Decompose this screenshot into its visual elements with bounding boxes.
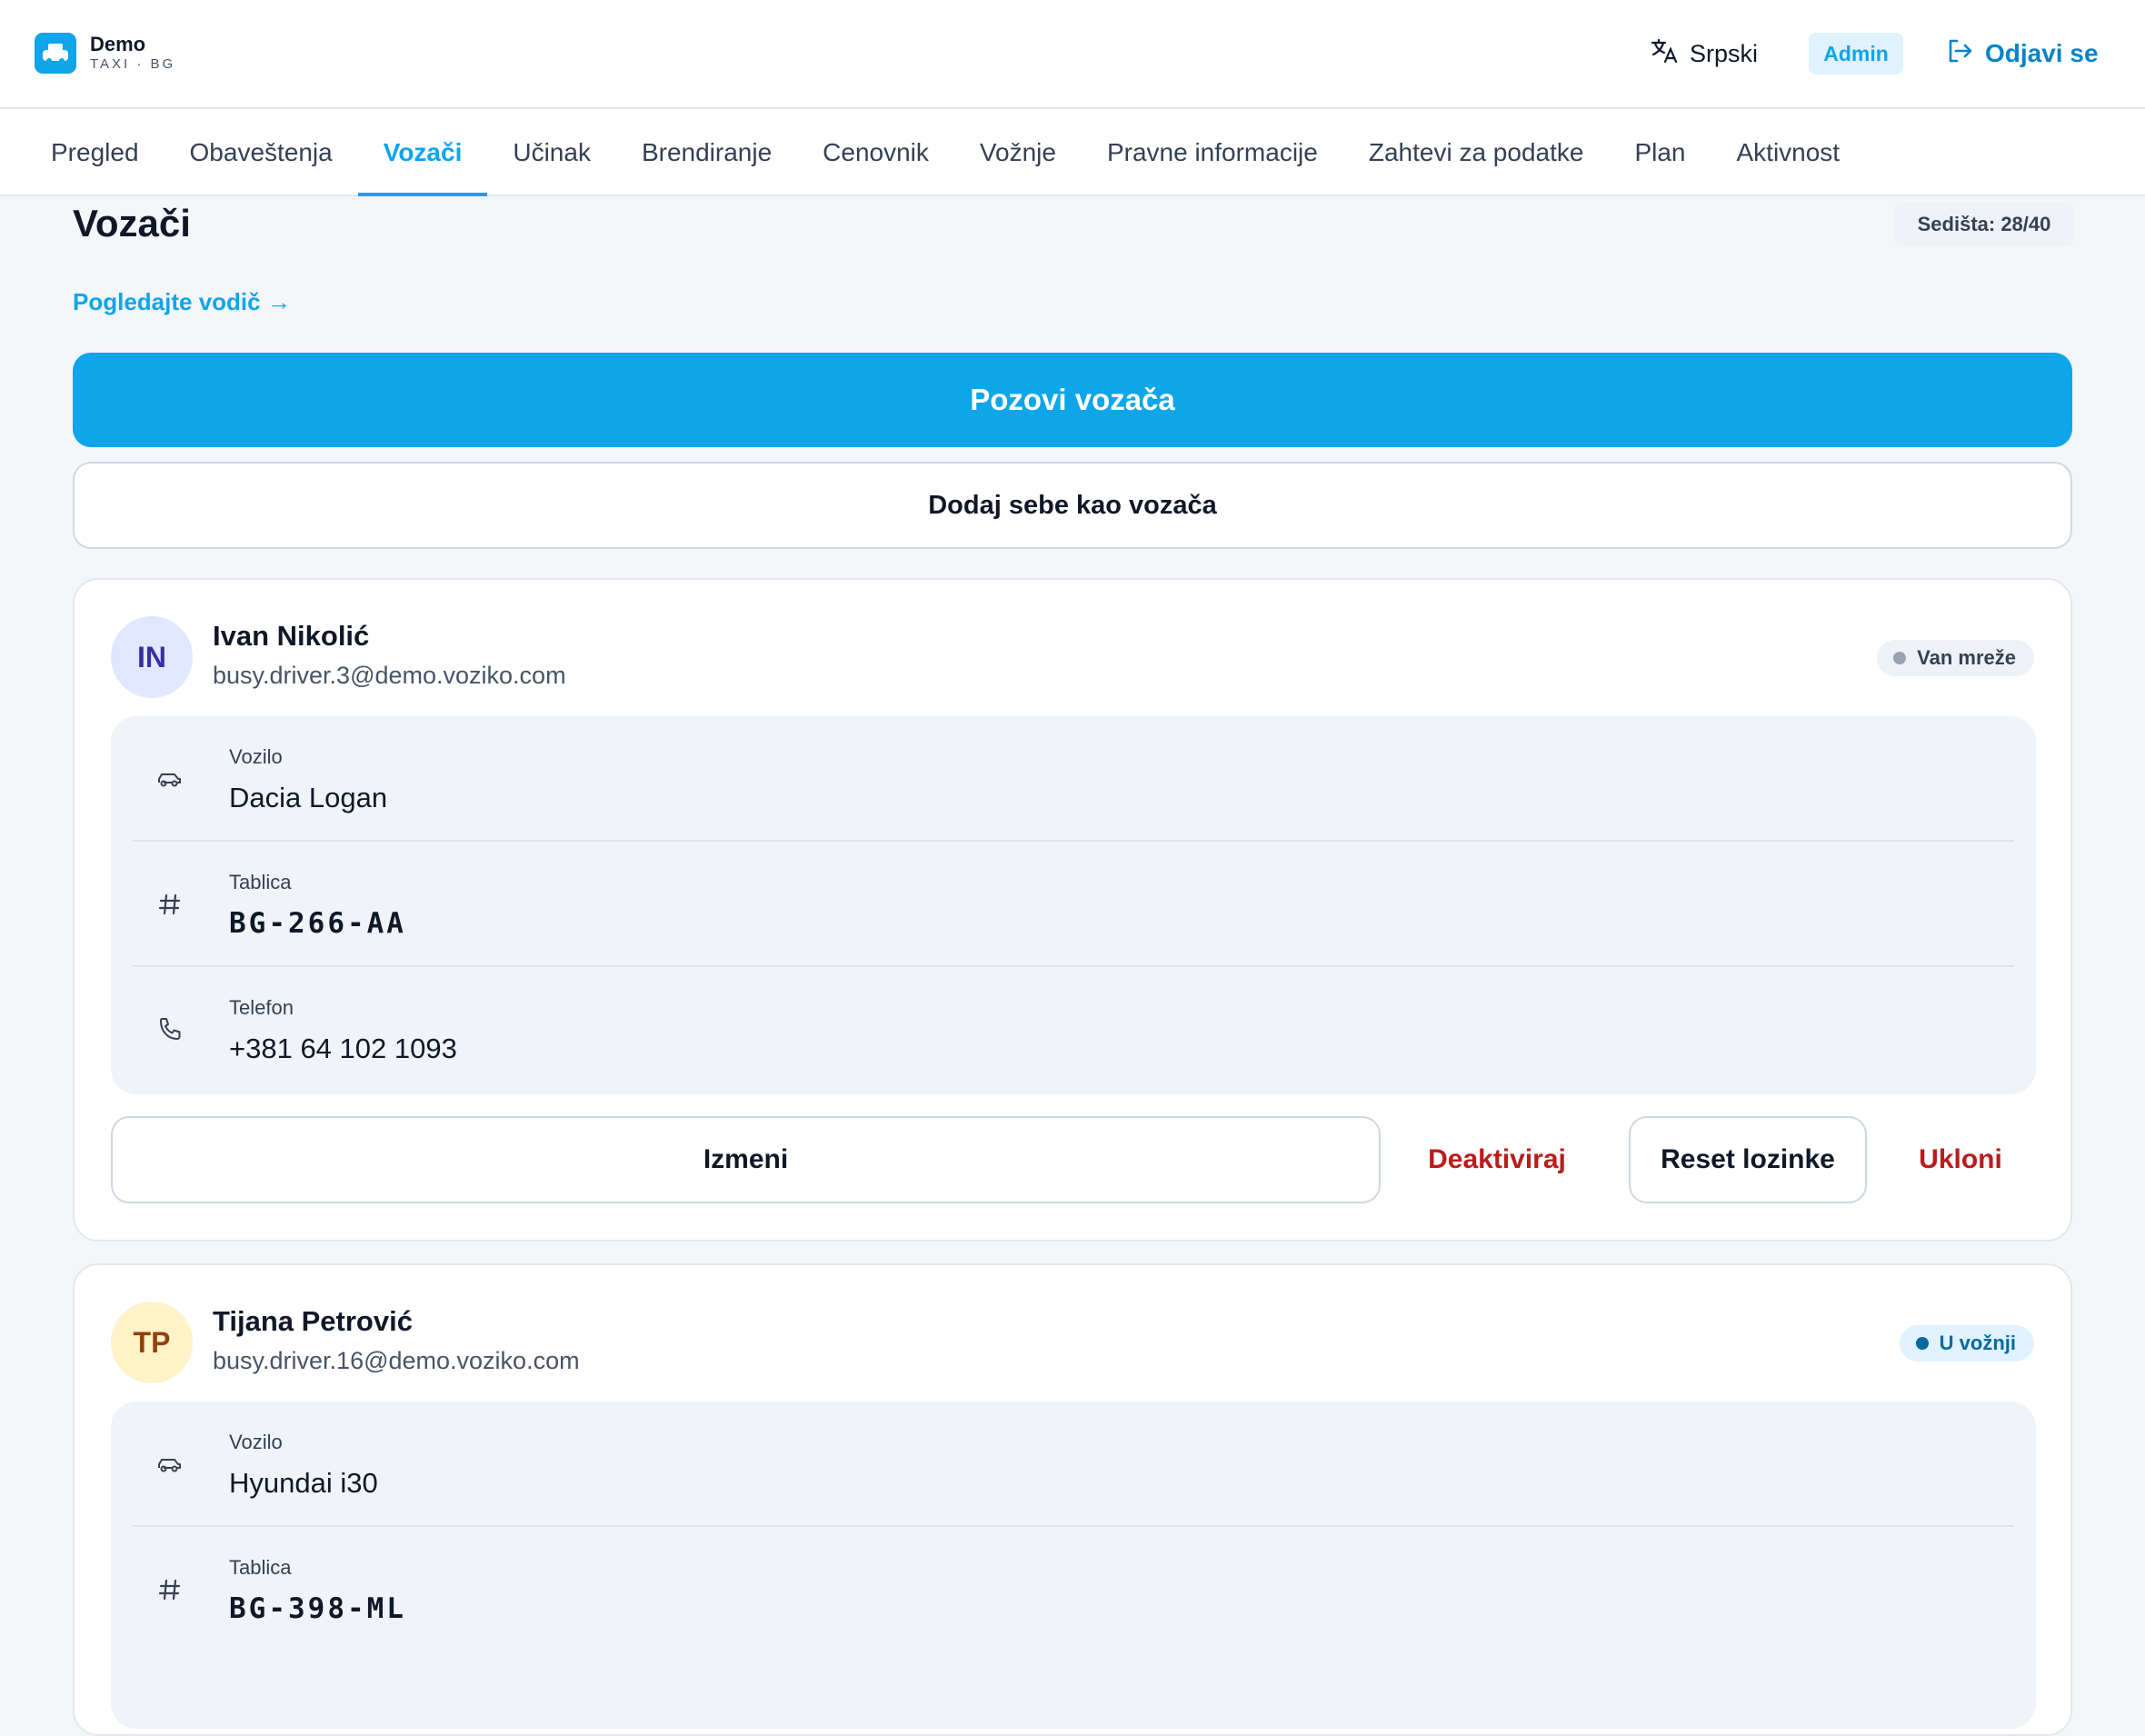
driver-name: Tijana Petrović	[213, 1305, 413, 1337]
driver-name: Ivan Nikolić	[213, 620, 370, 652]
language-label: Srpski	[1690, 39, 1759, 67]
tab-obavestenja[interactable]: Obaveštenja	[165, 109, 358, 196]
tab-cenovnik[interactable]: Cenovnik	[797, 109, 954, 196]
status-badge: U vožnji	[1899, 1325, 2034, 1362]
phone-icon	[155, 1014, 185, 1045]
page-title: Vozači	[73, 202, 191, 244]
phone-row: Telefon +381 64 102 1093	[133, 967, 2014, 1092]
driver-details: Vozilo Hyundai i30 Tablica BG-398-ML	[111, 1402, 2036, 1729]
plate-row: Tablica BG-266-AA	[133, 842, 2014, 967]
plate-label: Tablica	[229, 1556, 292, 1579]
vehicle-value: Hyundai i30	[229, 1467, 378, 1499]
language-switcher[interactable]: Srpski	[1650, 36, 1758, 71]
plate-value: BG-266-AA	[229, 907, 406, 940]
tab-pregled[interactable]: Pregled	[25, 109, 165, 196]
top-header: Demo TAXI · BG Srpski Admin Odjavi se	[0, 0, 2145, 109]
taxi-logo-icon[interactable]	[35, 33, 76, 74]
phone-label: Telefon	[229, 996, 294, 1019]
avatar: TP	[111, 1302, 193, 1383]
tab-zahtevi-za-podatke[interactable]: Zahtevi za podatke	[1343, 109, 1610, 196]
role-badge: Admin	[1809, 33, 1903, 75]
edit-button[interactable]: Izmeni	[111, 1116, 1381, 1203]
guide-link[interactable]: Pogledajte vodič →	[73, 288, 291, 316]
seats-badge: Sedišta: 28/40	[1895, 203, 2073, 246]
driver-actions: Izmeni Deaktiviraj Reset lozinke Ukloni	[111, 1116, 2036, 1203]
vehicle-label: Vozilo	[229, 745, 283, 768]
driver-details: Vozilo Dacia Logan Tablica BG-266-AA Tel…	[111, 716, 2036, 1094]
plate-row: Tablica BG-398-ML	[133, 1527, 2014, 1652]
car-icon	[155, 1449, 185, 1480]
tab-pravne-informacije[interactable]: Pravne informacije	[1082, 109, 1343, 196]
status-label: Van mreže	[1917, 646, 2016, 669]
hash-icon	[155, 1574, 185, 1605]
driver-card: IN Ivan Nikolić busy.driver.3@demo.vozik…	[73, 578, 2072, 1242]
phone-value: +381 64 102 1093	[229, 1033, 457, 1064]
brand-subtitle: TAXI · BG	[90, 56, 176, 72]
driver-card: TP Tijana Petrović busy.driver.16@demo.v…	[73, 1263, 2072, 1736]
tab-aktivnost[interactable]: Aktivnost	[1711, 109, 1865, 196]
driver-email: busy.driver.3@demo.voziko.com	[213, 662, 566, 689]
remove-button[interactable]: Ukloni	[1885, 1116, 2036, 1203]
vehicle-row: Vozilo Hyundai i30	[133, 1402, 2014, 1527]
tab-plan[interactable]: Plan	[1609, 109, 1711, 196]
logout-icon	[1945, 36, 1974, 72]
logout-button[interactable]: Odjavi se	[1945, 35, 2099, 73]
add-self-as-driver-button[interactable]: Dodaj sebe kao vozača	[73, 462, 2072, 549]
plate-value: BG-398-ML	[229, 1592, 406, 1625]
tab-ucinak[interactable]: Učinak	[487, 109, 616, 196]
tab-brendiranje[interactable]: Brendiranje	[616, 109, 797, 196]
status-label: U vožnji	[1939, 1332, 2016, 1354]
avatar: IN	[111, 616, 193, 698]
plate-label: Tablica	[229, 871, 292, 893]
tab-vozaci[interactable]: Vozači	[357, 109, 488, 196]
vehicle-value: Dacia Logan	[229, 782, 388, 813]
vehicle-label: Vozilo	[229, 1431, 283, 1453]
status-dot	[1893, 652, 1907, 664]
brand-name: Demo	[90, 33, 146, 55]
logout-label: Odjavi se	[1985, 39, 2099, 67]
status-badge: Van mreže	[1877, 640, 2034, 676]
car-icon	[155, 763, 185, 794]
hash-icon	[155, 889, 185, 920]
deactivate-button[interactable]: Deaktiviraj	[1392, 1116, 1601, 1203]
vehicle-row: Vozilo Dacia Logan	[133, 716, 2014, 842]
nav-tabs: Pregled Obaveštenja Vozači Učinak Brendi…	[0, 109, 2145, 196]
invite-driver-button[interactable]: Pozovi vozača	[73, 353, 2072, 447]
reset-password-button[interactable]: Reset lozinke	[1629, 1116, 1867, 1203]
translate-icon	[1650, 36, 1679, 72]
driver-email: busy.driver.16@demo.voziko.com	[213, 1347, 580, 1374]
tab-voznje[interactable]: Vožnje	[954, 109, 1082, 196]
status-dot	[1915, 1337, 1929, 1350]
